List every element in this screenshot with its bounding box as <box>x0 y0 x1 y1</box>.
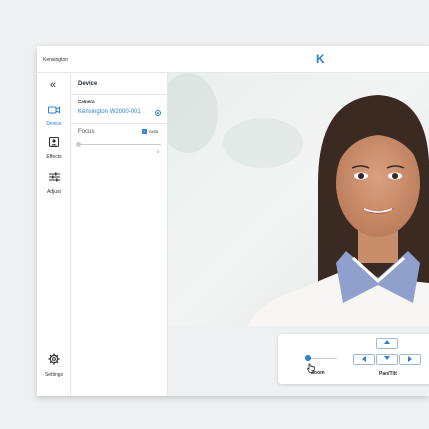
tilt-down-button[interactable] <box>376 354 398 365</box>
device-panel: Device Camera Kensington W2000-001 Focus… <box>71 73 168 396</box>
app-window: Kensington K « Device Effects Adjust Set… <box>37 46 429 396</box>
camera-controls-bar: Zoom Pan/Tilt <box>168 326 429 396</box>
camera-preview <box>168 73 429 326</box>
desktop-background: Kensington K « Device Effects Adjust Set… <box>0 0 429 429</box>
divider <box>71 94 168 95</box>
camera-radio[interactable] <box>155 110 161 116</box>
arrow-up-icon <box>384 340 390 344</box>
sidebar-item-label: Adjust <box>47 189 61 195</box>
collapse-icon[interactable]: « <box>50 79 56 91</box>
arrow-down-icon <box>384 356 390 360</box>
sidebar-item-settings[interactable]: Settings <box>37 352 71 378</box>
camera-icon <box>48 101 60 118</box>
camera-select-value[interactable]: Kensington W2000-001 <box>78 109 141 115</box>
pan-left-button[interactable] <box>353 354 375 365</box>
pan-right-button[interactable] <box>399 354 421 365</box>
auto-focus-label: Auto <box>149 129 159 134</box>
panel-title: Device <box>78 81 98 87</box>
sidebar-item-label: Settings <box>44 372 64 378</box>
focus-value: 0 <box>157 149 160 154</box>
focus-slider-track[interactable] <box>78 144 161 145</box>
camera-label: Camera <box>78 99 95 104</box>
sidebar-item-device[interactable]: Device <box>37 101 71 127</box>
auto-focus-checkbox[interactable]: ✓ <box>142 129 147 134</box>
focus-label: Focus <box>78 129 95 135</box>
portrait-icon <box>49 134 59 151</box>
sidebar-item-label: Effects <box>46 154 62 160</box>
arrow-right-icon <box>408 356 412 362</box>
pan-tilt-label: Pan/Tilt <box>379 371 397 377</box>
zoom-label: Zoom <box>311 370 325 376</box>
sidebar-rail: « Device Effects Adjust Settings <box>37 73 71 396</box>
title-bar: Kensington K <box>37 46 429 73</box>
sliders-icon <box>48 169 60 186</box>
kensington-logo: K <box>316 52 325 66</box>
sidebar-item-label: Device <box>46 121 62 127</box>
focus-slider-handle[interactable] <box>76 142 81 147</box>
sidebar-item-adjust[interactable]: Adjust <box>37 169 71 195</box>
tilt-up-button[interactable] <box>376 338 398 349</box>
app-name: Kensington <box>43 57 69 63</box>
gear-icon <box>48 352 60 369</box>
divider <box>71 123 168 124</box>
arrow-left-icon <box>362 356 366 362</box>
controls-card: Zoom Pan/Tilt <box>278 334 429 384</box>
webcam-portrait-image <box>168 73 429 326</box>
sidebar-item-effects[interactable]: Effects <box>37 134 71 160</box>
